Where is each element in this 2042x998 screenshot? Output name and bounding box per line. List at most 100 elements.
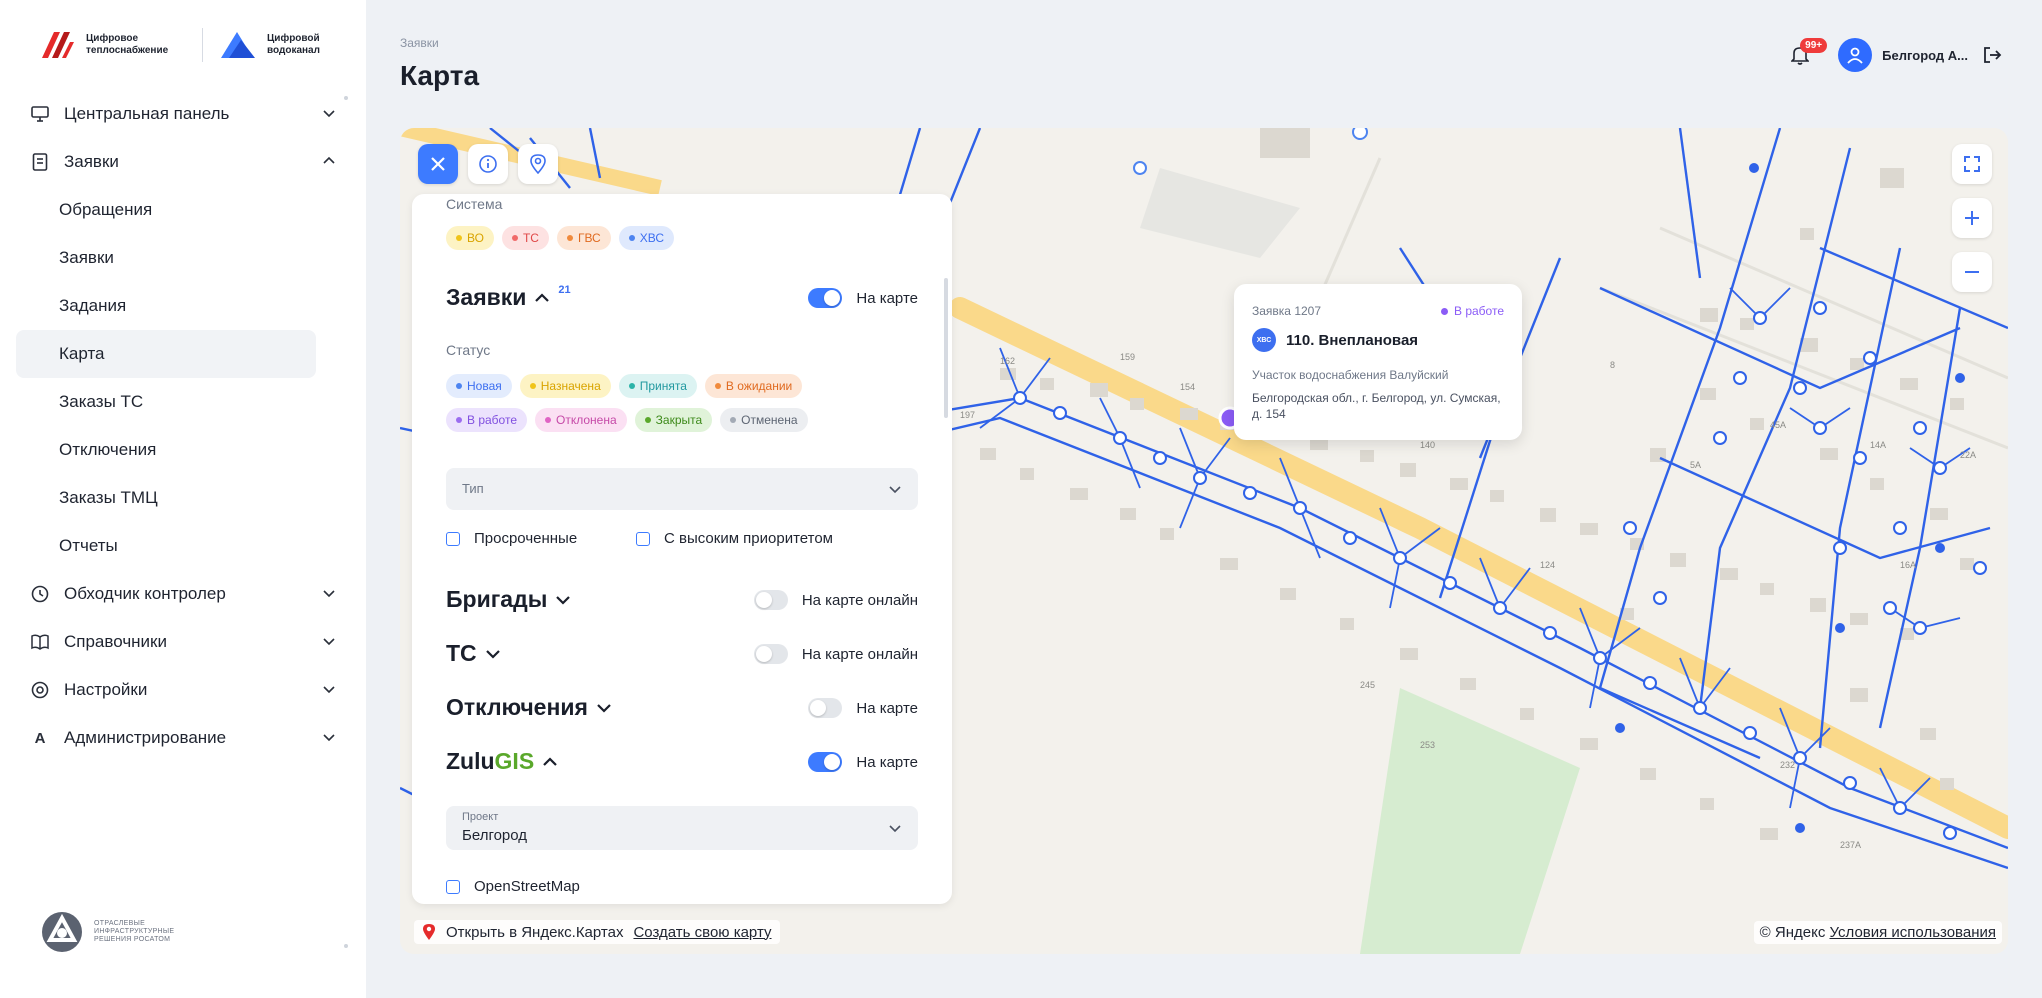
requests-count: 21	[558, 283, 571, 296]
logo-water[interactable]: Цифровой водоканал	[219, 30, 367, 60]
chip-label: Закрыта	[655, 413, 703, 427]
info-button[interactable]	[468, 144, 508, 184]
svg-text:140: 140	[1420, 440, 1435, 450]
close-panel-button[interactable]	[418, 144, 458, 184]
sub-item-map[interactable]: Карта	[16, 330, 316, 378]
nav-item-requests[interactable]: Заявки	[30, 138, 340, 186]
nav-item-inspector[interactable]: Обходчик контролер	[30, 570, 340, 618]
chevron-down-icon	[485, 649, 500, 659]
zoom-out-button[interactable]	[1952, 252, 1992, 292]
toggle-label: На карте	[856, 753, 918, 771]
popup-status-label: В работе	[1453, 304, 1504, 318]
outages-title: Отключения	[446, 694, 588, 720]
create-map-link[interactable]: Создать свою карту	[633, 924, 771, 941]
svg-text:197: 197	[960, 410, 975, 420]
brigades-section-header[interactable]: Бригады	[446, 586, 571, 613]
open-yandex-link[interactable]: Открыть в Яндекс.Картах	[446, 924, 623, 941]
outages-section-header[interactable]: Отключения	[446, 694, 612, 721]
svg-text:45А: 45А	[1770, 420, 1786, 430]
status-chip-cancelled[interactable]: Отменена	[720, 408, 808, 432]
status-chips-row-2: В работе Отклонена Закрыта Отменена	[446, 408, 808, 432]
chevron-down-icon	[323, 110, 335, 118]
ts-online-row: На карте онлайн	[753, 644, 918, 664]
chip-dot	[644, 417, 651, 423]
brigades-online-toggle[interactable]	[753, 590, 788, 610]
nav-item-dashboard[interactable]: Центральная панель	[30, 90, 340, 138]
status-chip-assigned[interactable]: Назначена	[519, 374, 611, 398]
priority-checkbox-row[interactable]: С высоким приоритетом	[636, 530, 833, 547]
svg-text:253: 253	[1420, 740, 1435, 750]
outages-on-map-toggle[interactable]	[808, 698, 843, 718]
status-chip-pending[interactable]: В ожидании	[704, 374, 803, 398]
terms-link[interactable]: Условия использования	[1830, 924, 1997, 941]
sub-item-appeals[interactable]: Обращения	[16, 186, 316, 234]
sub-item-requests[interactable]: Заявки	[16, 234, 316, 282]
zulugis-on-map-toggle[interactable]	[808, 752, 843, 772]
sub-item-outages[interactable]: Отключения	[16, 426, 316, 474]
sub-item-reports[interactable]: Отчеты	[16, 522, 316, 570]
letter-a-icon: A	[34, 729, 46, 747]
priority-checkbox[interactable]	[636, 531, 650, 546]
scroll-indicator-top	[344, 96, 348, 100]
logo-heat[interactable]: Цифровое теплоснабжение	[40, 30, 186, 60]
status-chip-rejected[interactable]: Отклонена	[535, 408, 627, 432]
nav-item-admin[interactable]: A Администрирование	[30, 714, 340, 762]
status-chip-accepted[interactable]: Принята	[618, 374, 697, 398]
zulugis-title-a: Zulu	[446, 748, 495, 774]
user-name: Белгород А...	[1882, 47, 1968, 63]
ts-section-header[interactable]: ТС	[446, 640, 501, 667]
requests-section-header[interactable]: Заявки 21	[446, 284, 571, 311]
zoom-in-button[interactable]	[1952, 198, 1992, 238]
system-chip-hvs[interactable]: ХВС	[618, 226, 675, 250]
zulugis-section-header[interactable]: Zulu GIS	[446, 748, 558, 775]
book-icon	[30, 632, 50, 652]
nav-item-directories[interactable]: Справочники	[30, 618, 340, 666]
status-chip-in-progress[interactable]: В работе	[446, 408, 528, 432]
status-chip-new[interactable]: Новая	[446, 374, 512, 398]
nav-item-settings[interactable]: Настройки	[30, 666, 340, 714]
rosatom-text: ОТРАСЛЕВЫЕ ИНФРАСТРУКТУРНЫЕ РЕШЕНИЯ РОСА…	[94, 920, 175, 943]
project-select[interactable]: Проект Белгород	[446, 806, 918, 850]
chip-label: Принята	[639, 379, 687, 393]
chip-label: Назначена	[540, 379, 601, 393]
popup-system-tag: ХВС	[1252, 328, 1276, 352]
popup-request-number: Заявка 1207	[1252, 304, 1322, 318]
map[interactable]: 162197159 154150/2142 1401248 5А45А14А 1…	[400, 128, 2008, 954]
chip-label: Отменена	[741, 413, 798, 427]
location-button[interactable]	[518, 144, 558, 184]
overdue-checkbox-row[interactable]: Просроченные	[446, 530, 577, 547]
osm-checkbox[interactable]	[446, 879, 460, 894]
fullscreen-button[interactable]	[1952, 144, 1992, 184]
ts-online-toggle[interactable]	[753, 644, 788, 664]
svg-text:124: 124	[1540, 560, 1555, 570]
logout-icon[interactable]	[1982, 45, 2002, 65]
user-menu[interactable]: Белгород А...	[1838, 38, 1968, 72]
system-chips: ВО ТС ГВС ХВС	[446, 226, 675, 250]
system-chip-vo[interactable]: ВО	[446, 226, 494, 250]
avatar	[1838, 38, 1873, 72]
request-popup[interactable]: Заявка 1207 В работе ХВС 110. Внепланова…	[1234, 284, 1522, 440]
requests-on-map-toggle[interactable]	[808, 288, 843, 308]
system-chip-gvs[interactable]: ГВС	[556, 226, 611, 250]
sub-item-tasks[interactable]: Задания	[16, 282, 316, 330]
system-chip-ts[interactable]: ТС	[501, 226, 549, 250]
map-tools	[418, 144, 558, 184]
panel-scrollbar[interactable]	[944, 278, 948, 418]
notifications-button[interactable]: 99+	[1788, 38, 1828, 67]
popup-address: Белгородская обл., г. Белгород, ул. Сумс…	[1252, 391, 1501, 421]
chip-dot	[545, 417, 552, 423]
sub-item-material-orders[interactable]: Заказы ТМЦ	[16, 474, 316, 522]
breadcrumb[interactable]: Заявки	[400, 36, 439, 50]
chip-label: Отклонена	[556, 413, 617, 427]
chip-dot	[529, 383, 536, 389]
osm-checkbox-row[interactable]: OpenStreetMap	[446, 878, 580, 895]
sub-item-vehicle-orders[interactable]: Заказы ТС	[16, 378, 316, 426]
status-chip-closed[interactable]: Закрыта	[634, 408, 713, 432]
topbar: 99+ Белгород А...	[1788, 38, 2002, 72]
overdue-checkbox[interactable]	[446, 531, 460, 546]
user-icon	[1847, 47, 1863, 64]
logo-water-text: Цифровой водоканал	[267, 33, 320, 56]
chevron-down-icon	[323, 686, 335, 694]
type-select[interactable]: Тип	[446, 468, 918, 510]
rosatom-logo-icon	[42, 912, 82, 952]
